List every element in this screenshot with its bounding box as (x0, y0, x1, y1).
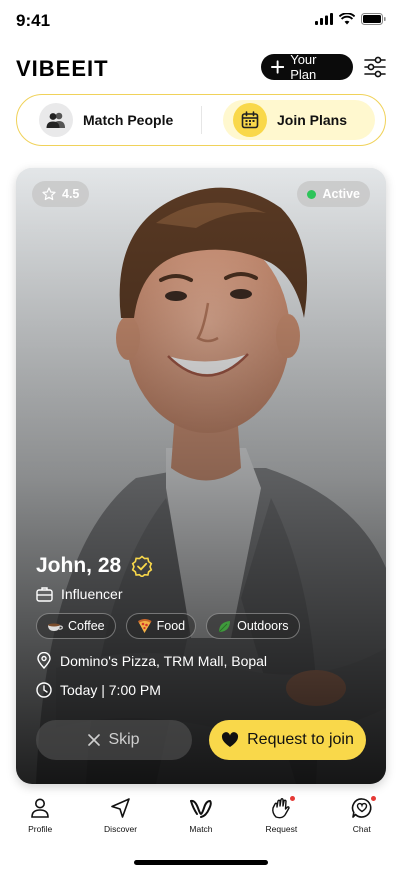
chat-icon-wrap (350, 796, 376, 820)
tab-match-people[interactable]: Match People (39, 100, 173, 140)
mode-toggle: Match People Join Plans (16, 94, 386, 146)
nav-item-request[interactable]: Request (251, 796, 311, 846)
profile-role-label: Influencer (61, 586, 123, 602)
people-icon (46, 112, 65, 128)
your-plan-button[interactable]: Your Plan (261, 52, 353, 82)
skip-label: Skip (108, 731, 140, 748)
tag-coffee: Coffee (36, 613, 116, 639)
calendar-icon (241, 111, 259, 129)
tag-coffee-label: Coffee (68, 619, 105, 633)
request-to-join-label: Request to join (247, 731, 354, 748)
tag-outdoors: Outdoors (206, 613, 300, 639)
profile-name-row: John, 28 (36, 554, 153, 578)
active-dot (307, 189, 317, 199)
plan-time: Today | 7:00 PM (36, 682, 161, 698)
nav-request-label: Request (265, 824, 298, 834)
heart-icon (222, 732, 239, 747)
your-plan-label: Your Plan (290, 52, 317, 82)
navigation-arrow-icon (110, 798, 130, 818)
tag-food: Food (125, 613, 197, 639)
nav-chat-label: Chat (352, 824, 371, 834)
request-icon-wrap (269, 796, 296, 820)
status-icons (315, 13, 386, 25)
tag-outdoors-label: Outdoors (237, 619, 289, 633)
person-icon (31, 798, 49, 818)
vibe-logo-icon (189, 799, 212, 818)
tab-join-plans[interactable]: Join Plans (223, 100, 375, 140)
request-to-join-button[interactable]: Request to join (209, 720, 366, 760)
skip-button[interactable]: Skip (36, 720, 192, 760)
rating-value: 4.5 (62, 187, 80, 201)
location-pin-icon (37, 652, 51, 669)
nav-item-chat[interactable]: Chat (332, 796, 392, 846)
signal-icon (315, 13, 333, 25)
clock-icon (36, 682, 52, 698)
profile-name: John, 28 (36, 554, 122, 577)
battery-icon (361, 13, 386, 25)
people-icon-circle (39, 103, 73, 137)
plus-icon (271, 60, 285, 74)
close-icon (88, 734, 101, 746)
tab-join-plans-label: Join Plans (277, 112, 348, 128)
home-indicator (134, 860, 268, 865)
coffee-icon (48, 623, 63, 631)
status-bar: 9:41 (0, 0, 402, 40)
plan-location-label: Domino's Pizza, TRM Mall, Bopal (60, 652, 268, 669)
chat-notification-dot (370, 796, 376, 801)
nav-item-profile[interactable]: Profile (10, 796, 70, 846)
plan-time-label: Today | 7:00 PM (60, 682, 161, 698)
verified-badge-icon (131, 555, 153, 577)
request-notification-dot (290, 796, 296, 801)
tag-food-label: Food (156, 619, 186, 633)
nav-profile-label: Profile (28, 824, 53, 834)
nav-match-label: Match (189, 824, 213, 834)
rating-badge: 4.5 (32, 181, 90, 207)
calendar-icon-circle (233, 103, 267, 137)
briefcase-icon (36, 587, 53, 602)
active-status-label: Active (322, 187, 360, 201)
plan-location: Domino's Pizza, TRM Mall, Bopal (36, 652, 267, 669)
pizza-icon (137, 618, 152, 633)
filter-sliders-icon[interactable] (364, 56, 386, 78)
toggle-divider (201, 106, 202, 134)
nav-item-match[interactable]: Match (171, 796, 231, 846)
star-icon (42, 187, 56, 201)
wifi-icon (339, 13, 355, 25)
profile-card[interactable]: 4.5 Active John, 28 Influencer Coffee Fo… (16, 168, 386, 784)
chat-heart-icon (351, 798, 372, 818)
app-logo: VIBEEIT (16, 56, 109, 81)
status-time: 9:41 (16, 11, 51, 30)
profile-role: Influencer (36, 586, 122, 602)
active-status-badge: Active (297, 181, 370, 207)
bottom-nav: Profile Discover Match Request Chat (0, 796, 402, 846)
nav-item-discover[interactable]: Discover (91, 796, 151, 846)
leaf-icon (218, 620, 231, 632)
nav-discover-label: Discover (104, 824, 138, 834)
app-header: VIBEEIT Your Plan (16, 52, 386, 84)
interest-tags: Coffee Food Outdoors (36, 613, 300, 639)
tab-match-people-label: Match People (83, 112, 174, 128)
